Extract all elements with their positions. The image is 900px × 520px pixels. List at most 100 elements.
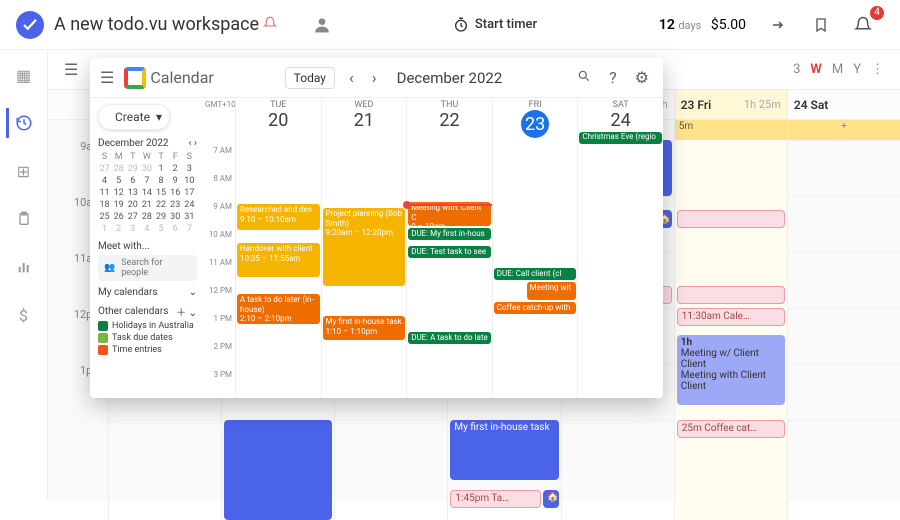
mini-day-cell[interactable]: 3	[183, 163, 196, 175]
allday-duration[interactable]: 5m	[674, 120, 787, 140]
mini-day-cell[interactable]: 7	[140, 175, 153, 187]
mini-day-cell[interactable]: 30	[169, 211, 182, 223]
mini-day-cell[interactable]: 6	[126, 175, 139, 187]
mini-day-cell[interactable]: 23	[169, 199, 182, 211]
gcal-settings-icon[interactable]: ⚙	[631, 68, 653, 87]
mini-day-cell[interactable]: 22	[155, 199, 168, 211]
gcal-event[interactable]: Handover with client 10:35 – 11:55am	[237, 243, 320, 277]
mini-day-cell[interactable]: 2	[112, 223, 125, 235]
mini-day-cell[interactable]: 1	[155, 163, 168, 175]
mini-day-cell[interactable]: 5	[112, 175, 125, 187]
mini-day-cell[interactable]: 24	[183, 199, 196, 211]
mini-day-cell[interactable]: 29	[155, 211, 168, 223]
gcal-event[interactable]: My first in-house task 1:10 – 1:10pm	[323, 316, 406, 340]
mini-day-cell[interactable]: 1	[98, 223, 111, 235]
gcal-event[interactable]: DUE: Test task to see	[408, 246, 491, 258]
event-cale[interactable]: 11:30am Cale…	[677, 308, 785, 326]
gcal-allday-event[interactable]: Christmas Eve (regio	[579, 132, 662, 144]
gcal-event[interactable]: Meeting wit	[527, 282, 577, 300]
event-pill[interactable]	[677, 210, 785, 228]
view-3day[interactable]: 3	[793, 62, 800, 77]
mini-day-cell[interactable]: 7	[183, 223, 196, 235]
kebab-icon[interactable]: ⋮	[871, 62, 884, 77]
mini-day-cell[interactable]: 4	[140, 223, 153, 235]
mini-day-cell[interactable]: 15	[155, 187, 168, 199]
mini-day-cell[interactable]: 18	[98, 199, 111, 211]
rail-billing-icon[interactable]: $	[9, 300, 39, 330]
mini-day-cell[interactable]: 30	[140, 163, 153, 175]
gcal-today-button[interactable]: Today	[285, 67, 335, 89]
other-calendars-toggle[interactable]: Other calendars＋ ⌄	[98, 304, 197, 319]
calendar-checkbox[interactable]: Task due dates	[98, 333, 197, 343]
gcal-next-icon[interactable]: ›	[368, 68, 381, 87]
gcal-event[interactable]: DUE: A task to do late	[408, 332, 491, 344]
event-145[interactable]: 1:45pm Ta…	[450, 490, 540, 508]
mini-day-cell[interactable]: 31	[183, 211, 196, 223]
mini-day-cell[interactable]: 19	[112, 199, 125, 211]
mini-day-cell[interactable]: 28	[140, 211, 153, 223]
menu-icon[interactable]: ☰	[64, 60, 78, 79]
mini-day-cell[interactable]: 13	[126, 187, 139, 199]
mini-day-cell[interactable]: 3	[126, 223, 139, 235]
add-event-icon[interactable]: +	[787, 120, 900, 140]
calendar-checkbox[interactable]: Holidays in Australia	[98, 321, 197, 331]
rail-history-icon[interactable]	[6, 108, 39, 138]
event-home-icon[interactable]: 🏠	[543, 490, 559, 508]
event-coffee[interactable]: 25m Coffee cat…	[677, 420, 785, 438]
gcal-event[interactable]: DUE: My first in-hous	[408, 228, 491, 240]
mini-day-cell[interactable]: 11	[98, 187, 111, 199]
rail-chart-icon[interactable]	[9, 252, 39, 282]
mini-next-icon[interactable]: ›	[194, 138, 197, 149]
bookmark-icon[interactable]	[806, 10, 836, 40]
mini-day-cell[interactable]: 21	[140, 199, 153, 211]
event-pill[interactable]	[677, 286, 785, 304]
mini-day-cell[interactable]: 20	[126, 199, 139, 211]
mini-day-cell[interactable]: 10	[183, 175, 196, 187]
event-meeting[interactable]: 1hMeeting w/ Client Client Meeting with …	[677, 335, 785, 405]
gcal-event[interactable]: A task to do later (in-house) 2:10 – 2:1…	[237, 294, 320, 324]
view-month[interactable]: M	[832, 62, 843, 77]
mini-day-cell[interactable]: 28	[112, 163, 125, 175]
mini-day-cell[interactable]: 4	[98, 175, 111, 187]
mini-day-cell[interactable]: 12	[112, 187, 125, 199]
gcal-event[interactable]: Coffee catch-up with	[494, 302, 577, 314]
event-first-task[interactable]: My first in-house task	[450, 420, 558, 480]
gcal-create-button[interactable]: Create ▾	[98, 104, 170, 130]
mini-day-cell[interactable]: 8	[155, 175, 168, 187]
rail-grid-icon[interactable]: ⊞	[9, 156, 39, 186]
alert-bell-icon[interactable]	[263, 15, 277, 34]
mini-day-cell[interactable]: 27	[126, 211, 139, 223]
calendar-checkbox[interactable]: Time entries	[98, 345, 197, 355]
mini-day-cell[interactable]: 26	[112, 211, 125, 223]
gcal-prev-icon[interactable]: ‹	[345, 68, 358, 87]
rail-clipboard-icon[interactable]	[9, 204, 39, 234]
logout-icon[interactable]	[764, 10, 794, 40]
mini-day-cell[interactable]: 27	[98, 163, 111, 175]
user-icon[interactable]	[307, 10, 337, 40]
notification-bell-icon[interactable]: 4	[848, 10, 878, 40]
gcal-help-icon[interactable]: ?	[605, 68, 621, 87]
mini-day-cell[interactable]: 29	[126, 163, 139, 175]
mini-day-cell[interactable]: 6	[169, 223, 182, 235]
mini-prev-icon[interactable]: ‹	[188, 138, 191, 149]
mini-day-cell[interactable]: 5	[155, 223, 168, 235]
my-calendars-toggle[interactable]: My calendars⌄	[98, 287, 197, 298]
app-logo[interactable]	[16, 11, 44, 39]
mini-day-cell[interactable]: 25	[98, 211, 111, 223]
mini-day-cell[interactable]: 9	[169, 175, 182, 187]
event-block[interactable]	[224, 420, 332, 520]
gcal-menu-icon[interactable]: ☰	[100, 68, 114, 87]
view-year[interactable]: Y	[853, 62, 861, 77]
mini-day-cell[interactable]: 2	[169, 163, 182, 175]
gcal-event[interactable]: Project planning (Bob Smith) 9:20am – 12…	[323, 208, 406, 286]
gcal-event[interactable]: Researched and des 9:10 – 10:10am	[237, 204, 320, 230]
gcal-event[interactable]: DUE: Call client (cl	[494, 268, 577, 280]
gcal-search-icon[interactable]	[573, 68, 595, 87]
view-week[interactable]: W	[810, 62, 821, 77]
meet-search-input[interactable]: 👥 Search for people	[98, 255, 197, 281]
rail-dashboard-icon[interactable]: ▦	[9, 60, 39, 90]
mini-day-cell[interactable]: 14	[140, 187, 153, 199]
mini-day-cell[interactable]: 16	[169, 187, 182, 199]
start-timer-button[interactable]: Start timer	[453, 17, 537, 33]
mini-day-cell[interactable]: 17	[183, 187, 196, 199]
